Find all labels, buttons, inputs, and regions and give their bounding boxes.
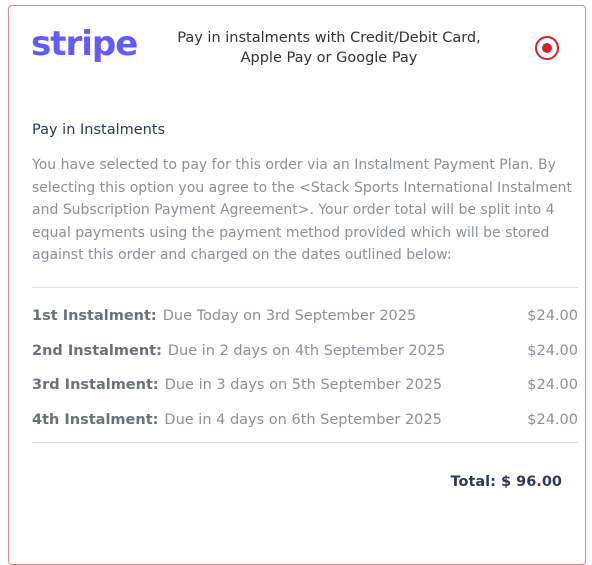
instalment-due: Due Today on 3rd September 2025 — [162, 308, 417, 324]
payment-method-label: Pay in instalments with Credit/Debit Car… — [169, 28, 489, 68]
instalment-label: 1st Instalment: — [32, 308, 157, 324]
instalment-due: Due in 2 days on 4th September 2025 — [167, 342, 446, 359]
payment-method-label-line2: Apple Pay or Google Pay — [240, 50, 418, 66]
instalment-amount: $24.00 — [527, 342, 578, 359]
instalment-label: 2nd Instalment: — [32, 342, 162, 359]
payment-option-radio[interactable] — [535, 36, 559, 60]
instalment-list: 1st Instalment: Due Today on 3rd Septembe… — [32, 306, 578, 444]
order-total: Total: $ 96.00 — [450, 474, 562, 490]
instalment-label: 3rd Instalment: — [32, 377, 159, 393]
stripe-logo: stripe — [31, 24, 138, 64]
instalments-title: Pay in Instalments — [32, 122, 166, 138]
instalment-due: Due in 3 days on 5th September 2025 — [164, 377, 443, 393]
payment-option-card[interactable]: stripe Pay in instalments with Credit/De… — [8, 5, 586, 565]
instalment-amount: $24.00 — [527, 377, 578, 393]
instalment-due: Due in 4 days on 6th September 2025 — [164, 411, 442, 428]
instalment-amount: $24.00 — [527, 308, 578, 324]
divider-bottom — [32, 442, 578, 443]
divider-top — [32, 287, 578, 288]
radio-selected-dot — [541, 42, 552, 53]
payment-option-header[interactable]: stripe Pay in instalments with Credit/De… — [9, 6, 585, 86]
instalment-label: 4th Instalment: — [32, 411, 159, 428]
instalment-row: 1st Instalment: Due Today on 3rd Septembe… — [32, 306, 578, 341]
instalment-row: 3rd Instalment: Due in 3 days on 5th Sept… — [32, 375, 578, 410]
instalments-description: You have selected to pay for this order … — [32, 157, 573, 263]
instalment-amount: $24.00 — [527, 411, 578, 428]
payment-method-label-line1: Pay in instalments with Credit/Debit Car… — [177, 30, 481, 46]
instalment-row: 2nd Instalment: Due in 2 days on 4th Sept… — [32, 341, 578, 376]
instalment-row: 4th Instalment: Due in 4 days on 6th Sept… — [32, 410, 578, 445]
